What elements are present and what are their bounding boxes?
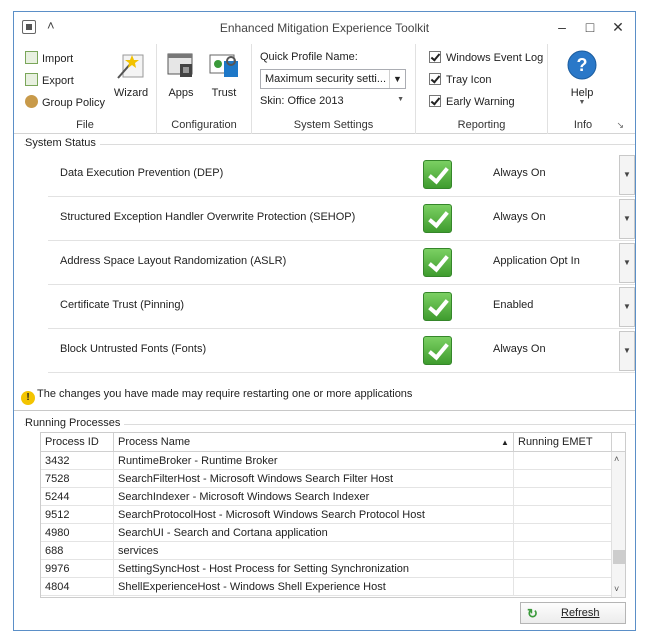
trust-button[interactable]: Trust <box>204 49 244 99</box>
maximize-button[interactable]: □ <box>579 17 601 37</box>
apps-icon <box>167 53 193 77</box>
chevron-down-icon: ▼ <box>389 70 405 88</box>
title-bar: ˄ Enhanced Mitigation Experience Toolkit… <box>14 12 635 42</box>
scroll-down-icon[interactable]: ˅ <box>614 584 619 594</box>
tray-icon-checkbox[interactable]: Tray Icon <box>429 73 491 86</box>
reporting-group: Windows Event Log Tray Icon Early Warnin… <box>416 44 548 134</box>
scrollbar-thumb[interactable] <box>613 550 625 564</box>
sehop-dropdown-button[interactable]: ▼ <box>619 199 635 239</box>
system-status-label: System Status <box>25 137 100 149</box>
wizard-icon <box>117 54 144 79</box>
check-icon <box>423 160 452 189</box>
column-running-emet[interactable]: Running EMET <box>518 436 593 448</box>
chevron-down-icon: ▼ <box>397 96 404 103</box>
quick-profile-select[interactable]: Maximum security setti... ▼ <box>260 69 406 89</box>
table-row[interactable]: 9512 SearchProtocolHost - Microsoft Wind… <box>41 506 611 524</box>
window-title: Enhanced Mitigation Experience Toolkit <box>219 21 430 35</box>
checkbox-checked-icon <box>429 95 441 107</box>
pinning-dropdown-button[interactable]: ▼ <box>619 287 635 327</box>
warning-icon: ! <box>21 391 35 405</box>
system-status-divider <box>24 144 635 145</box>
export-button[interactable]: Export <box>25 73 74 87</box>
dialog-launcher-icon[interactable]: ↘ <box>616 120 624 131</box>
column-process-name[interactable]: Process Name <box>118 436 190 448</box>
check-icon <box>423 204 452 233</box>
aslr-dropdown-button[interactable]: ▼ <box>619 243 635 283</box>
configuration-group: Apps Trust Configuration <box>157 44 252 134</box>
mitigation-row-aslr: Address Space Layout Randomization (ASLR… <box>48 241 635 285</box>
minimize-button[interactable]: – <box>551 17 573 37</box>
import-icon <box>25 51 38 64</box>
check-icon <box>423 292 452 321</box>
refresh-icon: ↻ <box>527 606 538 621</box>
help-button[interactable]: ? Help ▼ <box>562 49 602 106</box>
checkbox-checked-icon <box>429 73 441 85</box>
info-group: ? Help ▼ Info ↘ <box>548 44 624 134</box>
chevron-down-icon: ▼ <box>578 99 586 106</box>
apps-button[interactable]: Apps <box>163 49 199 99</box>
refresh-button[interactable]: ↻ Refresh <box>520 602 626 624</box>
restart-warning: ! The changes you have made may require r… <box>21 388 412 405</box>
fonts-dropdown-button[interactable]: ▼ <box>619 331 635 371</box>
system-settings-group: Quick Profile Name: Maximum security set… <box>252 44 416 134</box>
table-row[interactable]: 3432 RuntimeBroker - Runtime Broker <box>41 452 611 470</box>
table-row[interactable]: 9976 SettingSyncHost - Host Process for … <box>41 560 611 578</box>
group-policy-button[interactable]: Group Policy <box>25 95 105 109</box>
checkbox-checked-icon <box>429 51 441 63</box>
early-warning-checkbox[interactable]: Early Warning <box>429 95 515 108</box>
splitter[interactable] <box>14 410 635 411</box>
table-row[interactable]: 688 services <box>41 542 611 560</box>
export-icon <box>25 73 38 86</box>
import-button[interactable]: Import <box>25 51 73 65</box>
check-icon <box>423 248 452 277</box>
skin-select[interactable]: Skin: Office 2013 ▼ <box>260 95 406 107</box>
windows-event-log-checkbox[interactable]: Windows Event Log <box>429 51 543 64</box>
processes-table: Process ID Process Name ▲ Running EMET 3… <box>40 432 626 598</box>
ribbon: Import Export Group Policy Wizard File A… <box>14 44 635 134</box>
group-policy-icon <box>25 95 38 108</box>
table-row[interactable]: 4980 SearchUI - Search and Cortana appli… <box>41 524 611 542</box>
column-process-id[interactable]: Process ID <box>45 436 99 448</box>
wizard-button[interactable]: Wizard <box>111 49 151 99</box>
mitigation-row-dep: Data Execution Prevention (DEP) Always O… <box>48 153 635 197</box>
svg-text:?: ? <box>577 55 588 75</box>
table-header: Process ID Process Name ▲ Running EMET <box>41 433 625 452</box>
mitigation-row-pinning: Certificate Trust (Pinning) Enabled ▼ <box>48 285 635 329</box>
table-row[interactable]: 4804 ShellExperienceHost - Windows Shell… <box>41 578 611 596</box>
vertical-scrollbar[interactable]: ˄ ˅ <box>611 452 625 597</box>
app-window: ˄ Enhanced Mitigation Experience Toolkit… <box>13 11 636 631</box>
trust-icon <box>209 54 238 77</box>
help-icon: ? <box>567 50 597 80</box>
running-processes-label: Running Processes <box>25 417 125 429</box>
quick-profile-label: Quick Profile Name: <box>260 51 358 63</box>
close-button[interactable]: ✕ <box>607 17 629 37</box>
dep-dropdown-button[interactable]: ▼ <box>619 155 635 195</box>
sort-ascending-icon: ▲ <box>501 438 509 447</box>
mitigation-row-sehop: Structured Exception Handler Overwrite P… <box>48 197 635 241</box>
table-row[interactable]: 5244 SearchIndexer - Microsoft Windows S… <box>41 488 611 506</box>
mitigation-row-fonts: Block Untrusted Fonts (Fonts) Always On … <box>48 329 635 373</box>
file-group: Import Export Group Policy Wizard File <box>14 44 157 134</box>
table-row[interactable]: 7528 SearchFilterHost - Microsoft Window… <box>41 470 611 488</box>
check-icon <box>423 336 452 365</box>
scroll-up-icon[interactable]: ˄ <box>614 454 619 464</box>
